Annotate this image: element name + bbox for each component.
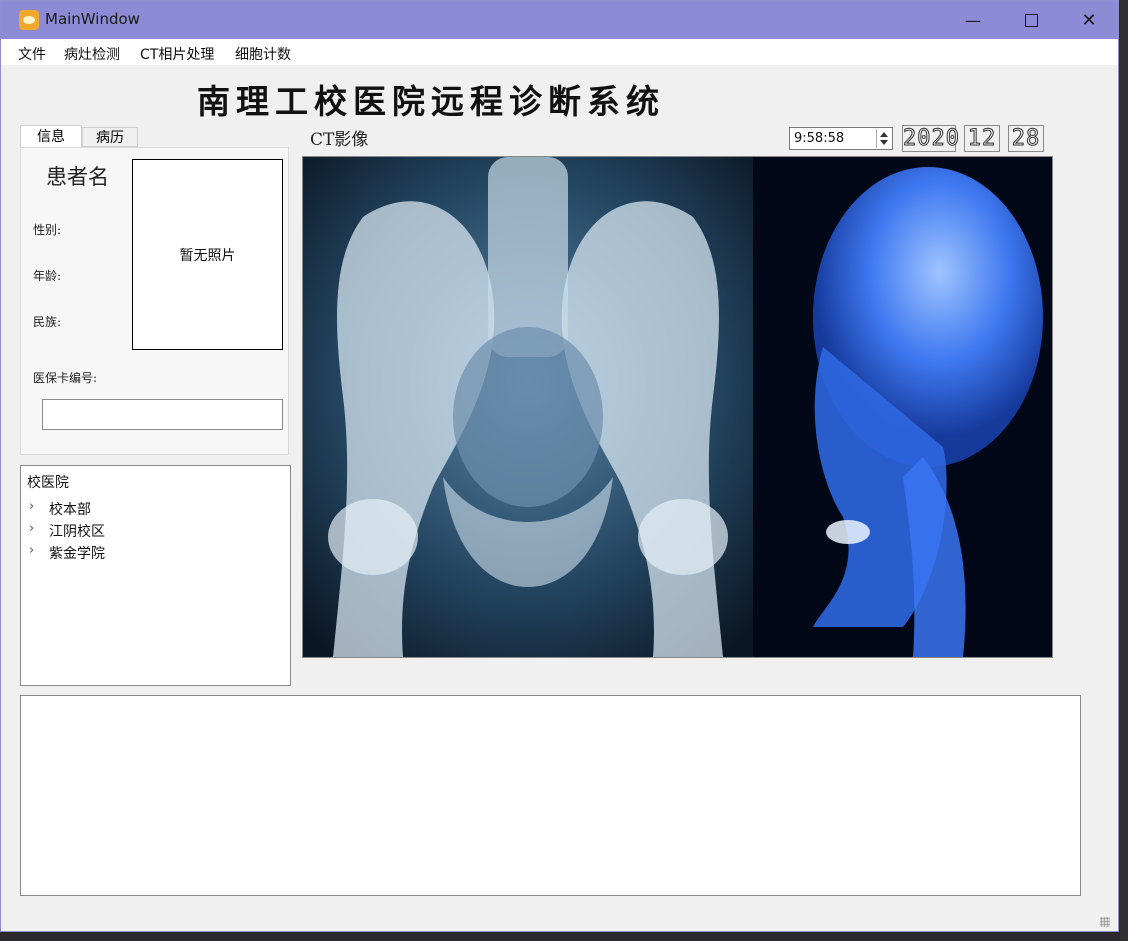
time-edit[interactable]: 9:58:58 bbox=[789, 127, 893, 150]
photo-placeholder-text: 暂无照片 bbox=[179, 247, 236, 264]
spin-down-icon[interactable] bbox=[880, 140, 888, 145]
minimize-button[interactable]: — bbox=[944, 1, 1002, 39]
xray-image bbox=[303, 157, 1052, 657]
close-button[interactable]: ✕ bbox=[1060, 1, 1118, 39]
tab-medical-record[interactable]: 病历 bbox=[82, 127, 138, 147]
age-label: 年龄: bbox=[33, 269, 62, 283]
maximize-button[interactable] bbox=[1002, 1, 1060, 39]
main-window: MainWindow — ✕ 文件 病灶检测 CT相片处理 细胞计数 南理工校医… bbox=[0, 0, 1119, 932]
resize-grip-icon[interactable] bbox=[1100, 917, 1110, 927]
system-heading: 南理工校医院远程诊断系统 bbox=[197, 82, 665, 121]
output-text-area[interactable] bbox=[20, 695, 1081, 896]
insurance-card-input[interactable] bbox=[42, 399, 283, 430]
ethnicity-label: 民族: bbox=[33, 315, 62, 329]
title-bar[interactable]: MainWindow — ✕ bbox=[1, 1, 1118, 39]
insurance-card-label: 医保卡编号: bbox=[33, 371, 98, 385]
day-lcd: 28 bbox=[1008, 125, 1044, 152]
gender-label: 性别: bbox=[33, 223, 62, 237]
menu-cell-count[interactable]: 细胞计数 bbox=[235, 44, 291, 64]
tree-item-label: 江阴校区 bbox=[49, 524, 105, 540]
patient-name: 患者名 bbox=[46, 165, 109, 189]
tree-item-zijin-college[interactable]: › 紫金学院 bbox=[21, 543, 281, 563]
spin-up-icon[interactable] bbox=[880, 132, 888, 137]
maximize-icon bbox=[1024, 13, 1038, 27]
menu-bar: 文件 病灶检测 CT相片处理 细胞计数 bbox=[1, 39, 1118, 65]
ct-image-view bbox=[302, 156, 1053, 658]
menu-ct-processing[interactable]: CT相片处理 bbox=[140, 44, 214, 64]
tree-item-main-campus[interactable]: › 校本部 bbox=[21, 499, 281, 519]
chevron-right-icon[interactable]: › bbox=[29, 521, 34, 536]
hospital-tree[interactable]: 校医院 › 校本部 › 江阴校区 › 紫金学院 bbox=[20, 465, 291, 686]
menu-lesion-detection[interactable]: 病灶检测 bbox=[64, 44, 120, 64]
tab-info[interactable]: 信息 bbox=[20, 125, 82, 147]
app-icon bbox=[19, 10, 39, 30]
background-edge bbox=[1120, 0, 1128, 941]
year-lcd: 2020 bbox=[902, 125, 960, 152]
tree-item-jiangyin-campus[interactable]: › 江阴校区 bbox=[21, 521, 281, 541]
window-title: MainWindow bbox=[45, 10, 140, 28]
tree-item-label: 紫金学院 bbox=[49, 546, 105, 562]
minimize-icon: — bbox=[965, 10, 981, 30]
month-lcd: 12 bbox=[964, 125, 1000, 152]
chevron-right-icon[interactable]: › bbox=[29, 543, 34, 558]
chevron-right-icon[interactable]: › bbox=[29, 499, 34, 514]
patient-photo: 暂无照片 bbox=[132, 159, 283, 350]
close-icon: ✕ bbox=[1081, 9, 1097, 31]
menu-file[interactable]: 文件 bbox=[18, 44, 46, 64]
tree-root[interactable]: 校医院 bbox=[27, 472, 69, 492]
time-spinner[interactable] bbox=[876, 129, 891, 148]
ct-image-label: CT影像 bbox=[310, 130, 369, 150]
time-value: 9:58:58 bbox=[794, 131, 845, 146]
tree-item-label: 校本部 bbox=[49, 502, 91, 518]
